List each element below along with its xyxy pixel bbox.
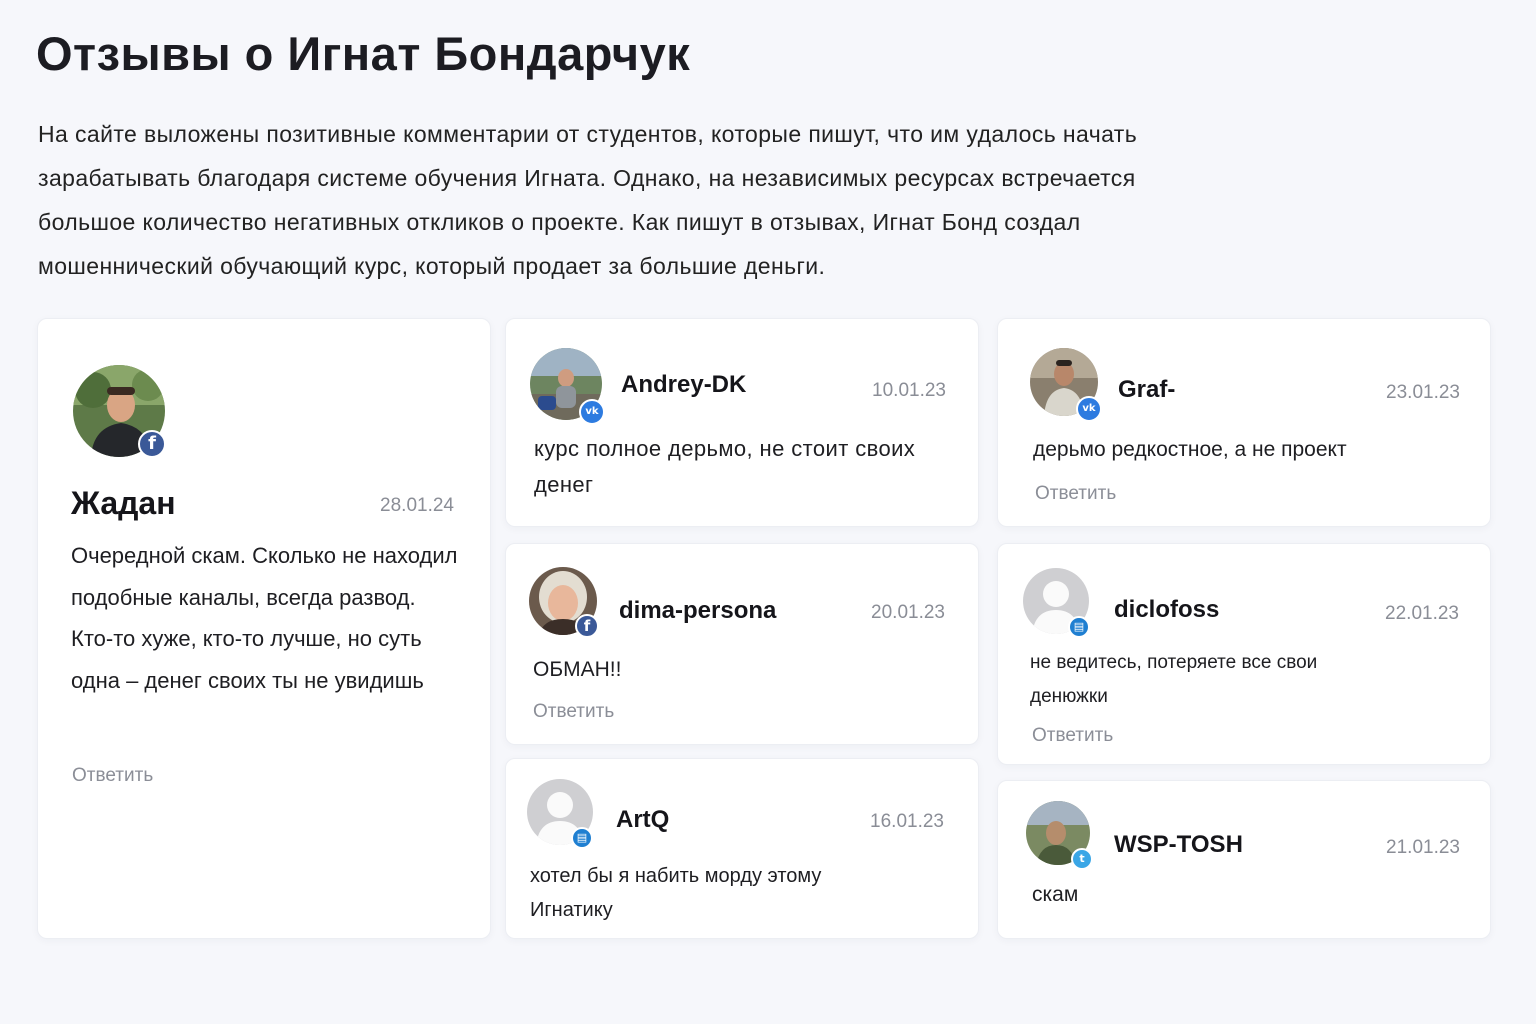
review-text: хотел бы я набить морду этому Игнатику	[530, 865, 822, 921]
review-card-andrey-dk: vk Andrey-DK 10.01.23 курс полное дерьмо…	[505, 318, 979, 527]
vk-icon: vk	[1076, 396, 1102, 422]
reviews-page: Отзывы о Игнат Бондарчук На сайте выложе…	[0, 0, 1536, 1024]
review-date: 23.01.23	[1386, 382, 1460, 403]
web-icon: ▤	[571, 827, 593, 849]
review-text: скам	[1032, 883, 1079, 906]
review-text: не ведитесь, потеряете все свои денюжки	[1030, 652, 1318, 707]
review-date: 21.01.23	[1386, 837, 1460, 858]
review-date: 22.01.23	[1385, 603, 1459, 624]
reply-link[interactable]: Ответить	[1035, 483, 1116, 505]
review-text: дерьмо редкостное, а не проект	[1033, 438, 1347, 461]
review-date: 16.01.23	[870, 811, 944, 832]
facebook-icon: f	[138, 430, 166, 458]
review-author: dima-persona	[619, 597, 777, 624]
review-card-wsp-tosh: t WSP-TOSH 21.01.23 скам	[997, 780, 1491, 939]
review-author: diclofoss	[1114, 596, 1220, 623]
vk-icon: vk	[579, 399, 605, 425]
review-author: Andrey-DK	[621, 371, 747, 398]
reply-link[interactable]: Ответить	[1032, 725, 1113, 747]
review-author: ArtQ	[616, 806, 670, 833]
review-card-graf: vk Graf- 23.01.23 дерьмо редкостное, а н…	[997, 318, 1491, 527]
review-text: ОБМАН!!	[533, 658, 622, 681]
intro-paragraph: На сайте выложены позитивные комментарии…	[38, 121, 1138, 279]
review-card-dima-persona: f dima-persona 20.01.23 ОБМАН!! Ответить	[505, 543, 979, 745]
review-author: WSP-TOSH	[1114, 831, 1243, 858]
web-icon: ▤	[1068, 616, 1090, 638]
review-date: 28.01.24	[380, 495, 454, 516]
review-text: Очередной скам. Сколько не находил подоб…	[71, 543, 458, 693]
review-author: Жадан	[71, 485, 176, 521]
review-author: Graf-	[1118, 376, 1176, 403]
review-date: 20.01.23	[871, 602, 945, 623]
twitter-icon: t	[1071, 848, 1093, 870]
review-text: курс полное дерьмо, не стоит своих денег	[534, 436, 916, 497]
facebook-icon: f	[575, 614, 599, 638]
review-card-artq: ▤ ArtQ 16.01.23 хотел бы я набить морду …	[505, 758, 979, 939]
review-date: 10.01.23	[872, 380, 946, 401]
reply-link[interactable]: Ответить	[533, 701, 614, 723]
review-card-diclofoss: ▤ diclofoss 22.01.23 не ведитесь, потеря…	[997, 543, 1491, 765]
reply-link[interactable]: Ответить	[72, 765, 153, 787]
review-card-zhadan: f Жадан 28.01.24 Очередной скам. Сколько…	[37, 318, 491, 939]
page-title: Отзывы о Игнат Бондарчук	[36, 27, 691, 80]
